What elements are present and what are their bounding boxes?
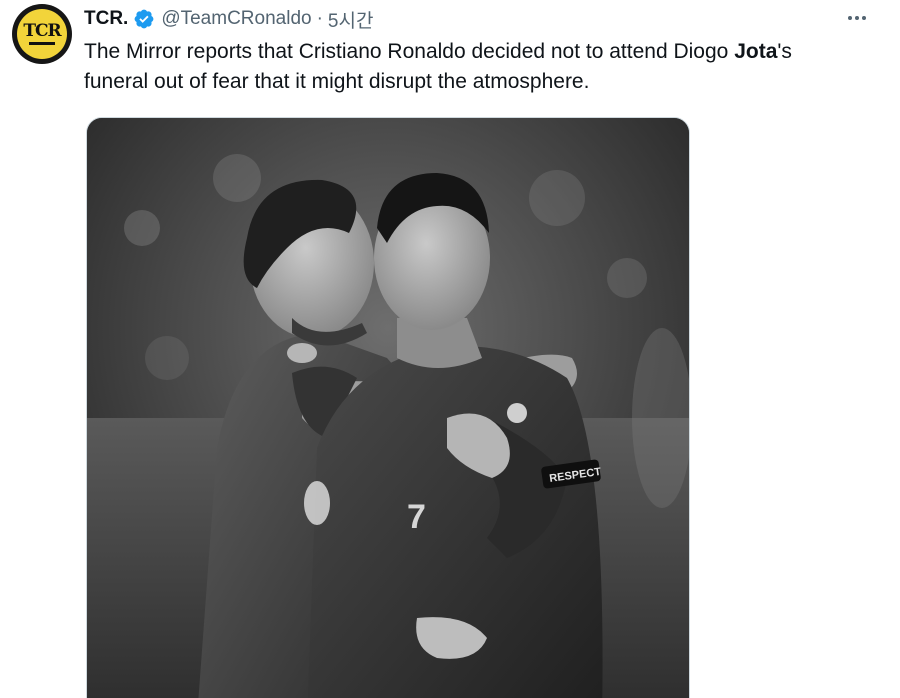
- shirt-number: 7: [407, 498, 426, 536]
- tweet-photo[interactable]: RESPECT 7: [86, 117, 690, 698]
- tweet-header: TCR. @TeamCRonaldo · 5시간: [84, 6, 373, 32]
- separator-dot: ·: [316, 8, 323, 29]
- avatar-logo: TCR: [17, 9, 67, 59]
- timestamp[interactable]: 5시간: [328, 6, 374, 33]
- tweet-text-mention: Jota: [734, 40, 778, 63]
- verified-badge-icon[interactable]: [133, 8, 155, 30]
- display-name[interactable]: TCR.: [84, 8, 128, 30]
- more-horizontal-icon[interactable]: [842, 6, 872, 30]
- avatar-logo-text: TCR: [23, 21, 61, 41]
- tweet-text-part1: The Mirror reports that Cristiano Ronald…: [84, 40, 735, 63]
- avatar[interactable]: TCR: [12, 4, 72, 64]
- tweet-text: The Mirror reports that Cristiano Ronald…: [84, 37, 844, 97]
- euro-badge: [304, 481, 330, 525]
- crest: [507, 403, 527, 423]
- avatar-logo-bar: [29, 42, 55, 45]
- tweet[interactable]: TCR TCR. @TeamCRonaldo · 5시간 The Mirror …: [0, 0, 900, 698]
- photo-image: RESPECT 7: [87, 118, 689, 698]
- user-handle[interactable]: @TeamCRonaldo: [161, 8, 311, 30]
